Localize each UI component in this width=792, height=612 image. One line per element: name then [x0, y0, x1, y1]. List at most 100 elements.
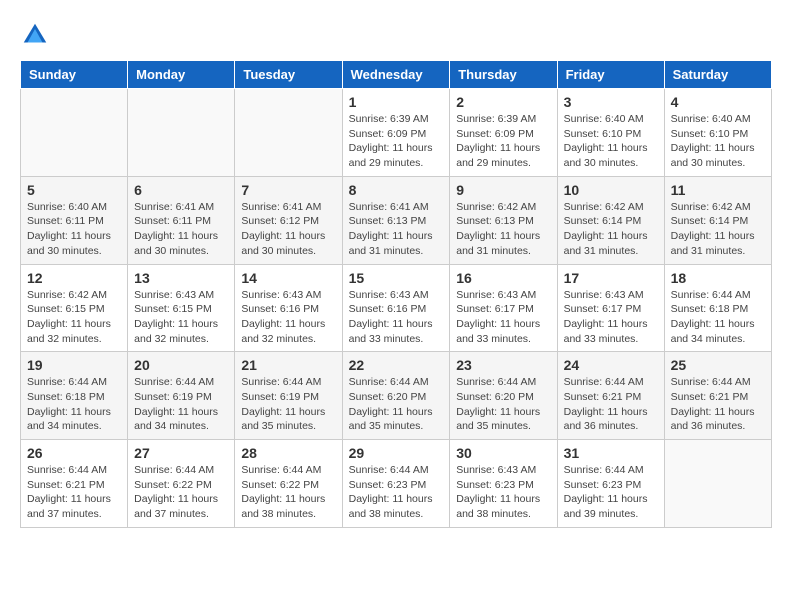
day-info: Sunrise: 6:43 AMSunset: 6:17 PMDaylight:… — [564, 288, 658, 347]
calendar-cell: 2 Sunrise: 6:39 AMSunset: 6:09 PMDaylight… — [450, 89, 557, 177]
day-number: 5 — [27, 182, 121, 198]
day-info: Sunrise: 6:43 AMSunset: 6:16 PMDaylight:… — [349, 288, 444, 347]
day-of-week-header: Friday — [557, 61, 664, 89]
day-number: 26 — [27, 445, 121, 461]
calendar-cell: 10 Sunrise: 6:42 AMSunset: 6:14 PMDayligh… — [557, 176, 664, 264]
day-number: 28 — [241, 445, 335, 461]
day-number: 24 — [564, 357, 658, 373]
day-number: 12 — [27, 270, 121, 286]
logo-icon — [20, 20, 50, 50]
day-info: Sunrise: 6:44 AMSunset: 6:22 PMDaylight:… — [241, 463, 335, 522]
calendar-cell: 20 Sunrise: 6:44 AMSunset: 6:19 PMDayligh… — [128, 352, 235, 440]
calendar-cell: 11 Sunrise: 6:42 AMSunset: 6:14 PMDayligh… — [664, 176, 771, 264]
calendar-cell: 15 Sunrise: 6:43 AMSunset: 6:16 PMDayligh… — [342, 264, 450, 352]
calendar-cell: 1Sunrise: 6:39 AMSunset: 6:09 PMDaylight… — [342, 89, 450, 177]
calendar-cell: 23 Sunrise: 6:44 AMSunset: 6:20 PMDayligh… — [450, 352, 557, 440]
calendar-cell: 26 Sunrise: 6:44 AMSunset: 6:21 PMDayligh… — [21, 440, 128, 528]
day-info: Sunrise: 6:43 AMSunset: 6:17 PMDaylight:… — [456, 288, 550, 347]
day-number: 21 — [241, 357, 335, 373]
day-number: 11 — [671, 182, 765, 198]
day-number: 29 — [349, 445, 444, 461]
day-info: Sunrise: 6:44 AMSunset: 6:19 PMDaylight:… — [134, 375, 228, 434]
day-info: Sunrise: 6:44 AMSunset: 6:21 PMDaylight:… — [27, 463, 121, 522]
calendar-cell: 18Sunrise: 6:44 AMSunset: 6:18 PMDayligh… — [664, 264, 771, 352]
day-number: 17 — [564, 270, 658, 286]
day-info: Sunrise: 6:43 AMSunset: 6:23 PMDaylight:… — [456, 463, 550, 522]
day-info: Sunrise: 6:44 AMSunset: 6:21 PMDaylight:… — [671, 375, 765, 434]
day-number: 10 — [564, 182, 658, 198]
calendar-row: 26 Sunrise: 6:44 AMSunset: 6:21 PMDayligh… — [21, 440, 772, 528]
calendar-header-row: SundayMondayTuesdayWednesdayThursdayFrid… — [21, 61, 772, 89]
calendar-cell — [128, 89, 235, 177]
calendar-cell — [235, 89, 342, 177]
calendar-cell: 19 Sunrise: 6:44 AMSunset: 6:18 PMDayligh… — [21, 352, 128, 440]
day-number: 18 — [671, 270, 765, 286]
day-of-week-header: Saturday — [664, 61, 771, 89]
day-info: Sunrise: 6:42 AMSunset: 6:15 PMDaylight:… — [27, 288, 121, 347]
day-number: 2 — [456, 94, 550, 110]
day-number: 20 — [134, 357, 228, 373]
day-info: Sunrise: 6:43 AMSunset: 6:15 PMDaylight:… — [134, 288, 228, 347]
day-info: Sunrise: 6:43 AMSunset: 6:16 PMDaylight:… — [241, 288, 335, 347]
day-of-week-header: Monday — [128, 61, 235, 89]
day-number: 27 — [134, 445, 228, 461]
day-info: Sunrise: 6:39 AMSunset: 6:09 PMDaylight:… — [456, 112, 550, 171]
day-number: 30 — [456, 445, 550, 461]
calendar-cell: 30 Sunrise: 6:43 AMSunset: 6:23 PMDayligh… — [450, 440, 557, 528]
day-of-week-header: Thursday — [450, 61, 557, 89]
calendar-cell: 24 Sunrise: 6:44 AMSunset: 6:21 PMDayligh… — [557, 352, 664, 440]
calendar-cell: 12 Sunrise: 6:42 AMSunset: 6:15 PMDayligh… — [21, 264, 128, 352]
day-number: 7 — [241, 182, 335, 198]
day-info: Sunrise: 6:44 AMSunset: 6:23 PMDaylight:… — [564, 463, 658, 522]
day-info: Sunrise: 6:40 AMSunset: 6:10 PMDaylight:… — [564, 112, 658, 171]
calendar-row: 19 Sunrise: 6:44 AMSunset: 6:18 PMDayligh… — [21, 352, 772, 440]
calendar-cell: 14 Sunrise: 6:43 AMSunset: 6:16 PMDayligh… — [235, 264, 342, 352]
page-header — [20, 20, 772, 50]
day-number: 6 — [134, 182, 228, 198]
day-number: 19 — [27, 357, 121, 373]
calendar-cell: 13 Sunrise: 6:43 AMSunset: 6:15 PMDayligh… — [128, 264, 235, 352]
calendar-cell: 16 Sunrise: 6:43 AMSunset: 6:17 PMDayligh… — [450, 264, 557, 352]
calendar-cell: 9Sunrise: 6:42 AMSunset: 6:13 PMDaylight… — [450, 176, 557, 264]
day-info: Sunrise: 6:44 AMSunset: 6:20 PMDaylight:… — [349, 375, 444, 434]
day-of-week-header: Sunday — [21, 61, 128, 89]
day-number: 3 — [564, 94, 658, 110]
calendar-table: SundayMondayTuesdayWednesdayThursdayFrid… — [20, 60, 772, 528]
calendar-row: 1Sunrise: 6:39 AMSunset: 6:09 PMDaylight… — [21, 89, 772, 177]
day-number: 13 — [134, 270, 228, 286]
day-info: Sunrise: 6:41 AMSunset: 6:13 PMDaylight:… — [349, 200, 444, 259]
day-number: 25 — [671, 357, 765, 373]
day-number: 31 — [564, 445, 658, 461]
day-number: 14 — [241, 270, 335, 286]
calendar-cell: 31 Sunrise: 6:44 AMSunset: 6:23 PMDayligh… — [557, 440, 664, 528]
day-info: Sunrise: 6:41 AMSunset: 6:12 PMDaylight:… — [241, 200, 335, 259]
day-info: Sunrise: 6:44 AMSunset: 6:22 PMDaylight:… — [134, 463, 228, 522]
calendar-cell: 27 Sunrise: 6:44 AMSunset: 6:22 PMDayligh… — [128, 440, 235, 528]
calendar-cell: 21 Sunrise: 6:44 AMSunset: 6:19 PMDayligh… — [235, 352, 342, 440]
calendar-cell: 8 Sunrise: 6:41 AMSunset: 6:13 PMDaylight… — [342, 176, 450, 264]
day-info: Sunrise: 6:44 AMSunset: 6:18 PMDaylight:… — [27, 375, 121, 434]
calendar-cell: 4Sunrise: 6:40 AMSunset: 6:10 PMDaylight… — [664, 89, 771, 177]
day-of-week-header: Tuesday — [235, 61, 342, 89]
calendar-cell: 25 Sunrise: 6:44 AMSunset: 6:21 PMDayligh… — [664, 352, 771, 440]
calendar-cell: 28 Sunrise: 6:44 AMSunset: 6:22 PMDayligh… — [235, 440, 342, 528]
day-of-week-header: Wednesday — [342, 61, 450, 89]
calendar-cell — [21, 89, 128, 177]
day-info: Sunrise: 6:44 AMSunset: 6:21 PMDaylight:… — [564, 375, 658, 434]
logo — [20, 20, 56, 50]
calendar-cell: 5 Sunrise: 6:40 AMSunset: 6:11 PMDaylight… — [21, 176, 128, 264]
day-info: Sunrise: 6:44 AMSunset: 6:20 PMDaylight:… — [456, 375, 550, 434]
day-number: 23 — [456, 357, 550, 373]
calendar-cell: 29Sunrise: 6:44 AMSunset: 6:23 PMDayligh… — [342, 440, 450, 528]
day-info: Sunrise: 6:42 AMSunset: 6:14 PMDaylight:… — [564, 200, 658, 259]
day-info: Sunrise: 6:42 AMSunset: 6:14 PMDaylight:… — [671, 200, 765, 259]
day-number: 16 — [456, 270, 550, 286]
day-info: Sunrise: 6:40 AMSunset: 6:10 PMDaylight:… — [671, 112, 765, 171]
day-number: 8 — [349, 182, 444, 198]
calendar-row: 12 Sunrise: 6:42 AMSunset: 6:15 PMDayligh… — [21, 264, 772, 352]
calendar-cell: 22 Sunrise: 6:44 AMSunset: 6:20 PMDayligh… — [342, 352, 450, 440]
day-info: Sunrise: 6:40 AMSunset: 6:11 PMDaylight:… — [27, 200, 121, 259]
day-info: Sunrise: 6:44 AMSunset: 6:19 PMDaylight:… — [241, 375, 335, 434]
day-number: 22 — [349, 357, 444, 373]
day-number: 15 — [349, 270, 444, 286]
